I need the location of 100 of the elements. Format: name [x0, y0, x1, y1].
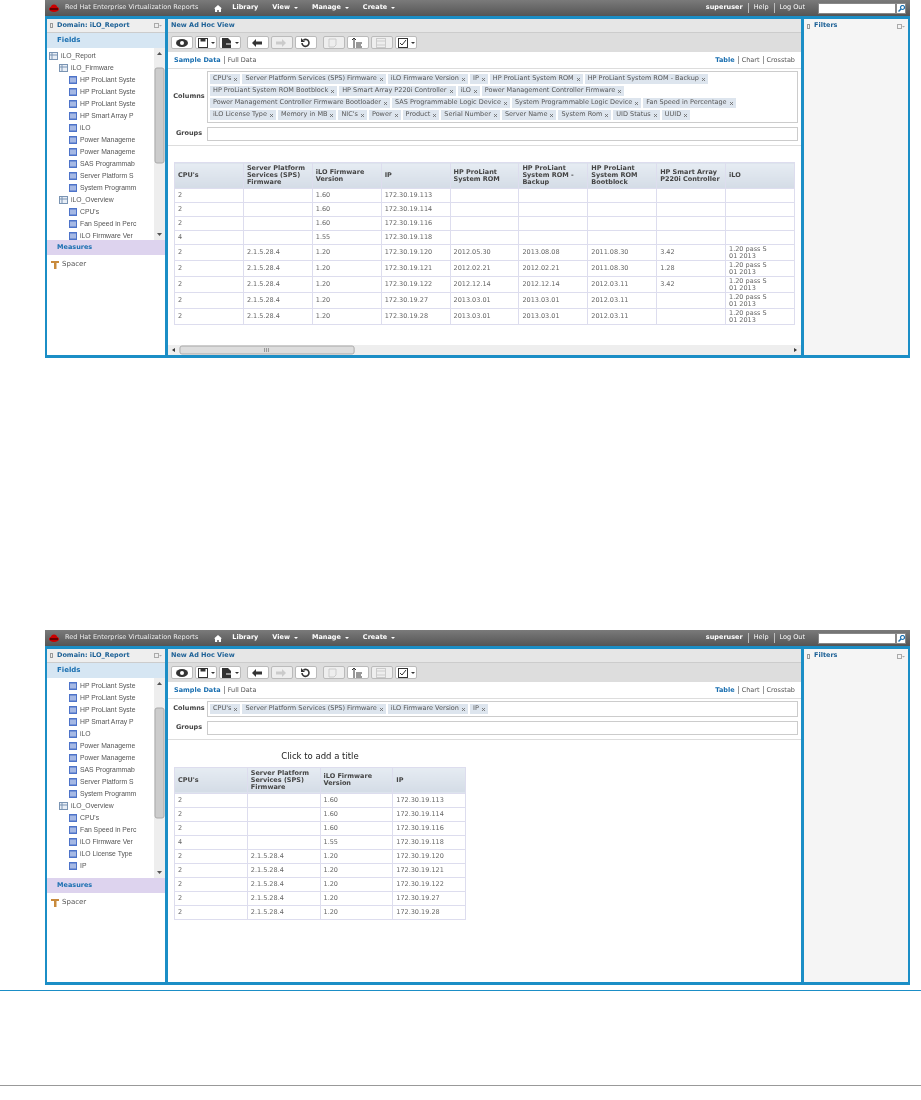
- search-field[interactable]: [818, 632, 896, 644]
- column-field-icon: [69, 862, 77, 870]
- toolbar-button[interactable]: [219, 36, 241, 49]
- search-field[interactable]: [818, 2, 896, 14]
- collapse-icon[interactable]: [50, 23, 53, 28]
- remove-icon[interactable]: [503, 101, 507, 105]
- remove-icon[interactable]: [269, 113, 273, 117]
- column-field-icon: [69, 232, 77, 240]
- remove-icon[interactable]: [684, 113, 688, 117]
- search-button[interactable]: [896, 2, 906, 14]
- document-arrow-icon: [221, 37, 234, 48]
- page-icon: [328, 667, 340, 678]
- caret-icon: [234, 41, 239, 44]
- panel-menu-icon[interactable]: [154, 23, 162, 28]
- remove-icon[interactable]: [461, 77, 465, 81]
- toolbar-button[interactable]: [295, 36, 317, 49]
- remove-icon[interactable]: [379, 77, 383, 81]
- caret-icon: [210, 671, 215, 674]
- remove-icon[interactable]: [493, 113, 497, 117]
- drop-zone[interactable]: [207, 71, 798, 123]
- remove-icon[interactable]: [234, 707, 238, 711]
- toolbar-button[interactable]: [171, 36, 193, 49]
- redo-arrow-icon: [276, 37, 288, 48]
- remove-icon[interactable]: [481, 707, 485, 711]
- caret-icon: [293, 637, 298, 639]
- toolbar-button[interactable]: [295, 666, 317, 679]
- checkbox-icon: [397, 667, 410, 678]
- toolbar-button[interactable]: [195, 666, 217, 679]
- caret-icon: [344, 637, 349, 639]
- panel-icon: [376, 37, 388, 48]
- panel-menu-icon[interactable]: [897, 653, 905, 659]
- remove-icon[interactable]: [473, 89, 477, 93]
- table-title[interactable]: Click to add a title: [174, 746, 466, 767]
- column-field-icon: [69, 160, 77, 168]
- panel-menu-icon[interactable]: [897, 23, 905, 29]
- home-icon[interactable]: [214, 634, 223, 642]
- toolbar-button[interactable]: [395, 36, 417, 49]
- remove-icon[interactable]: [605, 113, 609, 117]
- column-field-icon: [69, 850, 77, 858]
- folder-table-icon: [59, 196, 68, 204]
- collapse-icon[interactable]: [807, 23, 810, 29]
- remove-icon[interactable]: [234, 77, 238, 81]
- search-icon: [897, 634, 905, 642]
- toolbar-button[interactable]: [219, 666, 241, 679]
- toolbar-button[interactable]: [247, 36, 269, 49]
- circular-arrow-icon: [300, 37, 312, 48]
- column-field-icon: [69, 694, 77, 702]
- caret-icon: [391, 637, 396, 639]
- column-field-icon: [69, 826, 77, 834]
- document-arrow-icon: [221, 667, 234, 678]
- remove-icon[interactable]: [384, 101, 388, 105]
- panel-icon: [376, 667, 388, 678]
- column-field-icon: [69, 184, 77, 192]
- remove-icon[interactable]: [360, 113, 364, 117]
- undo-arrow-icon: [252, 37, 264, 48]
- caret-icon: [210, 41, 215, 44]
- remove-icon[interactable]: [576, 77, 580, 81]
- column-field-icon: [69, 136, 77, 144]
- column-field-icon: [69, 76, 77, 84]
- column-field-icon: [69, 100, 77, 108]
- remove-icon[interactable]: [449, 89, 453, 93]
- remove-icon[interactable]: [481, 77, 485, 81]
- search-button[interactable]: [896, 632, 906, 644]
- panel-menu-icon[interactable]: [154, 653, 162, 658]
- column-field-icon: [69, 754, 77, 762]
- column-field-icon: [69, 742, 77, 750]
- toolbar-button[interactable]: [247, 666, 269, 679]
- remove-icon[interactable]: [701, 77, 705, 81]
- remove-icon[interactable]: [461, 707, 465, 711]
- vertical-scrollbar-icon[interactable]: [154, 678, 165, 878]
- toolbar-button[interactable]: [395, 666, 417, 679]
- circular-arrow-icon: [300, 667, 312, 678]
- page-icon: [328, 37, 340, 48]
- column-field-icon: [69, 706, 77, 714]
- remove-icon[interactable]: [379, 707, 383, 711]
- remove-icon[interactable]: [635, 101, 639, 105]
- toolbar-button[interactable]: [171, 666, 193, 679]
- remove-icon[interactable]: [618, 89, 622, 93]
- column-field-icon: [69, 172, 77, 180]
- vertical-scrollbar-icon[interactable]: [154, 48, 165, 240]
- spacer-icon: [51, 897, 59, 907]
- column-field-icon: [69, 778, 77, 786]
- hat-logo-icon: [49, 4, 59, 12]
- collapse-icon[interactable]: [50, 653, 53, 658]
- remove-icon[interactable]: [550, 113, 554, 117]
- caret-icon: [410, 41, 415, 44]
- undo-arrow-icon: [252, 667, 264, 678]
- horizontal-scrollbar-icon[interactable]: [168, 345, 801, 355]
- folder-table-icon: [59, 802, 68, 810]
- remove-icon[interactable]: [653, 113, 657, 117]
- remove-icon[interactable]: [729, 101, 733, 105]
- home-icon[interactable]: [214, 4, 223, 12]
- remove-icon[interactable]: [394, 113, 398, 117]
- toolbar-button[interactable]: [195, 36, 217, 49]
- column-field-icon: [69, 148, 77, 156]
- remove-icon[interactable]: [331, 89, 335, 93]
- collapse-icon[interactable]: [807, 653, 810, 659]
- remove-icon[interactable]: [330, 113, 334, 117]
- folder-table-icon: [59, 64, 68, 72]
- remove-icon[interactable]: [433, 113, 437, 117]
